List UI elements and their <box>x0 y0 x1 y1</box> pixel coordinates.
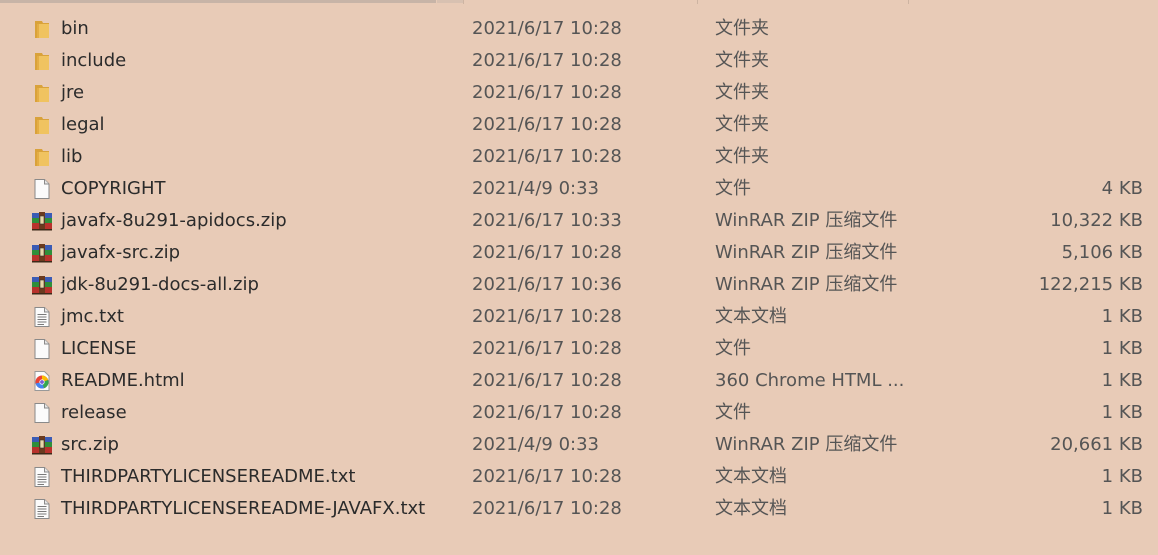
file-name[interactable]: jre <box>61 82 84 104</box>
file-size: 1 KB <box>1101 306 1143 327</box>
file-size: 1 KB <box>1101 338 1143 359</box>
file-name[interactable]: README.html <box>61 370 185 392</box>
file-type: 文本文档 <box>715 498 787 519</box>
file-row[interactable]: THIRDPARTYLICENSEREADME-JAVAFX.txt 2021/… <box>0 493 1158 525</box>
winrar-archive-icon <box>31 274 53 296</box>
file-size: 20,661 KB <box>1050 434 1143 455</box>
winrar-archive-icon <box>31 434 53 456</box>
file-type: 360 Chrome HTML ... <box>715 370 905 391</box>
column-header-strip <box>0 0 1158 4</box>
file-date-modified: 2021/6/17 10:28 <box>472 306 622 327</box>
file-row[interactable]: src.zip 2021/4/9 0:33 WinRAR ZIP 压缩文件 20… <box>0 429 1158 461</box>
file-date-modified: 2021/4/9 0:33 <box>472 178 599 199</box>
file-name[interactable]: jmc.txt <box>61 306 124 328</box>
file-date-modified: 2021/6/17 10:36 <box>472 274 622 295</box>
browser-html-icon <box>31 370 53 392</box>
file-type: 文本文档 <box>715 306 787 327</box>
file-type: 文件夹 <box>715 18 769 39</box>
file-name[interactable]: THIRDPARTYLICENSEREADME-JAVAFX.txt <box>61 498 425 520</box>
file-row[interactable]: bin 2021/6/17 10:28 文件夹 <box>0 13 1158 45</box>
file-name[interactable]: release <box>61 402 127 424</box>
blank-file-icon <box>31 338 53 360</box>
file-row[interactable]: javafx-8u291-apidocs.zip 2021/6/17 10:33… <box>0 205 1158 237</box>
file-date-modified: 2021/6/17 10:28 <box>472 402 622 423</box>
file-type: 文件 <box>715 338 751 359</box>
file-row[interactable]: include 2021/6/17 10:28 文件夹 <box>0 45 1158 77</box>
file-size: 1 KB <box>1101 498 1143 519</box>
folder-icon <box>31 50 53 72</box>
file-row[interactable]: legal 2021/6/17 10:28 文件夹 <box>0 109 1158 141</box>
scroll-header-bar <box>0 0 436 3</box>
folder-icon <box>31 82 53 104</box>
column-divider[interactable] <box>697 0 698 4</box>
file-row[interactable]: COPYRIGHT 2021/4/9 0:33 文件 4 KB <box>0 173 1158 205</box>
file-name[interactable]: jdk-8u291-docs-all.zip <box>61 274 259 296</box>
file-date-modified: 2021/6/17 10:28 <box>472 466 622 487</box>
file-size: 10,322 KB <box>1050 210 1143 231</box>
file-type: 文件夹 <box>715 114 769 135</box>
file-date-modified: 2021/6/17 10:28 <box>472 370 622 391</box>
file-name[interactable]: COPYRIGHT <box>61 178 165 200</box>
file-name[interactable]: javafx-src.zip <box>61 242 180 264</box>
file-size: 1 KB <box>1101 370 1143 391</box>
file-row[interactable]: lib 2021/6/17 10:28 文件夹 <box>0 141 1158 173</box>
file-type: 文件夹 <box>715 82 769 103</box>
file-name[interactable]: THIRDPARTYLICENSEREADME.txt <box>61 466 355 488</box>
blank-file-icon <box>31 178 53 200</box>
file-type: 文本文档 <box>715 466 787 487</box>
file-type: WinRAR ZIP 压缩文件 <box>715 242 898 263</box>
file-row[interactable]: jdk-8u291-docs-all.zip 2021/6/17 10:36 W… <box>0 269 1158 301</box>
file-type: WinRAR ZIP 压缩文件 <box>715 210 898 231</box>
folder-icon <box>31 146 53 168</box>
file-type: 文件 <box>715 402 751 423</box>
file-name[interactable]: javafx-8u291-apidocs.zip <box>61 210 287 232</box>
text-file-icon <box>31 466 53 488</box>
file-name[interactable]: legal <box>61 114 105 136</box>
file-name[interactable]: LICENSE <box>61 338 137 360</box>
file-name[interactable]: src.zip <box>61 434 119 456</box>
column-divider[interactable] <box>908 0 909 4</box>
file-type: 文件夹 <box>715 146 769 167</box>
scroll-header-bar-end <box>437 0 463 3</box>
file-size: 122,215 KB <box>1038 274 1143 295</box>
file-date-modified: 2021/4/9 0:33 <box>472 434 599 455</box>
file-date-modified: 2021/6/17 10:33 <box>472 210 622 231</box>
file-type: 文件 <box>715 178 751 199</box>
file-name[interactable]: bin <box>61 18 89 40</box>
file-date-modified: 2021/6/17 10:28 <box>472 338 622 359</box>
file-size: 1 KB <box>1101 466 1143 487</box>
folder-icon <box>31 18 53 40</box>
file-size: 4 KB <box>1101 178 1143 199</box>
blank-file-icon <box>31 402 53 424</box>
file-row[interactable]: LICENSE 2021/6/17 10:28 文件 1 KB <box>0 333 1158 365</box>
file-name[interactable]: lib <box>61 146 82 168</box>
file-list: bin 2021/6/17 10:28 文件夹 include 2021/6/1… <box>0 13 1158 525</box>
file-size: 5,106 KB <box>1061 242 1143 263</box>
file-type: WinRAR ZIP 压缩文件 <box>715 434 898 455</box>
text-file-icon <box>31 498 53 520</box>
file-date-modified: 2021/6/17 10:28 <box>472 50 622 71</box>
folder-icon <box>31 114 53 136</box>
file-row[interactable]: jre 2021/6/17 10:28 文件夹 <box>0 77 1158 109</box>
file-date-modified: 2021/6/17 10:28 <box>472 82 622 103</box>
file-row[interactable]: javafx-src.zip 2021/6/17 10:28 WinRAR ZI… <box>0 237 1158 269</box>
winrar-archive-icon <box>31 242 53 264</box>
file-date-modified: 2021/6/17 10:28 <box>472 18 622 39</box>
file-type: 文件夹 <box>715 50 769 71</box>
file-type: WinRAR ZIP 压缩文件 <box>715 274 898 295</box>
file-date-modified: 2021/6/17 10:28 <box>472 498 622 519</box>
file-date-modified: 2021/6/17 10:28 <box>472 242 622 263</box>
file-name[interactable]: include <box>61 50 126 72</box>
file-row[interactable]: THIRDPARTYLICENSEREADME.txt 2021/6/17 10… <box>0 461 1158 493</box>
column-divider[interactable] <box>463 0 464 4</box>
file-size: 1 KB <box>1101 402 1143 423</box>
file-date-modified: 2021/6/17 10:28 <box>472 146 622 167</box>
winrar-archive-icon <box>31 210 53 232</box>
file-row[interactable]: jmc.txt 2021/6/17 10:28 文本文档 1 KB <box>0 301 1158 333</box>
file-row[interactable]: README.html 2021/6/17 10:28 360 Chrome H… <box>0 365 1158 397</box>
text-file-icon <box>31 306 53 328</box>
file-row[interactable]: release 2021/6/17 10:28 文件 1 KB <box>0 397 1158 429</box>
file-date-modified: 2021/6/17 10:28 <box>472 114 622 135</box>
